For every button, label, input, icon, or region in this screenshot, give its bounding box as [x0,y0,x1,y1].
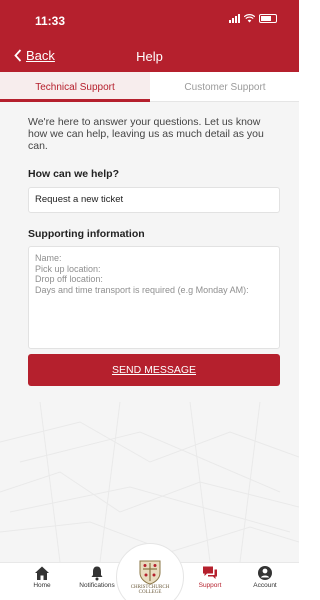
status-time: 11:33 [35,14,66,28]
status-icons [229,14,277,23]
request-type-field[interactable]: Request a new ticket [28,187,280,213]
college-logo-text: CHRISTCHURCH COLLEGE [130,585,170,595]
placeholder-line: Pick up location: [35,263,101,274]
nav-home[interactable]: Home [17,565,67,589]
nav-account[interactable]: Account [240,565,290,589]
nav-bar: Back Help [0,40,299,72]
intro-text: We're here to answer your questions. Let… [28,116,264,152]
status-bar: 11:33 [0,0,299,40]
placeholder-line: Days and time transport is required (e.g… [35,284,249,295]
nav-home-label: Home [33,582,51,589]
chat-icon [203,566,217,579]
nav-account-label: Account [253,582,277,589]
nav-notifications[interactable]: Notifications [72,565,122,589]
signal-icon [229,14,240,23]
user-icon [258,566,272,580]
placeholder-line: Name: [35,253,62,263]
battery-icon [259,14,277,23]
main-content: We're here to answer your questions. Let… [0,102,299,562]
tab-technical-support[interactable]: Technical Support [0,72,150,102]
supporting-info-textarea[interactable]: Name: Pick up location: Drop off locatio… [28,246,280,349]
bell-icon [91,566,103,581]
support-tabs: Technical Support Customer Support [0,72,299,102]
wifi-icon [244,14,255,23]
nav-notifications-label: Notifications [79,582,115,589]
supporting-info-label: Supporting information [28,228,145,240]
page-title: Help [136,49,163,64]
nav-support-label: Support [198,582,222,589]
placeholder-line: Drop off location: [35,274,103,284]
map-watermark [0,402,299,562]
send-message-button[interactable]: SEND MESSAGE [28,354,280,386]
college-crest-logo: CHRISTCHURCH COLLEGE [128,555,172,599]
tab-customer-support[interactable]: Customer Support [150,72,300,102]
nav-support[interactable]: Support [185,565,235,589]
home-icon [35,566,49,580]
crest-icon [139,560,161,585]
help-label: How can we help? [28,168,120,180]
